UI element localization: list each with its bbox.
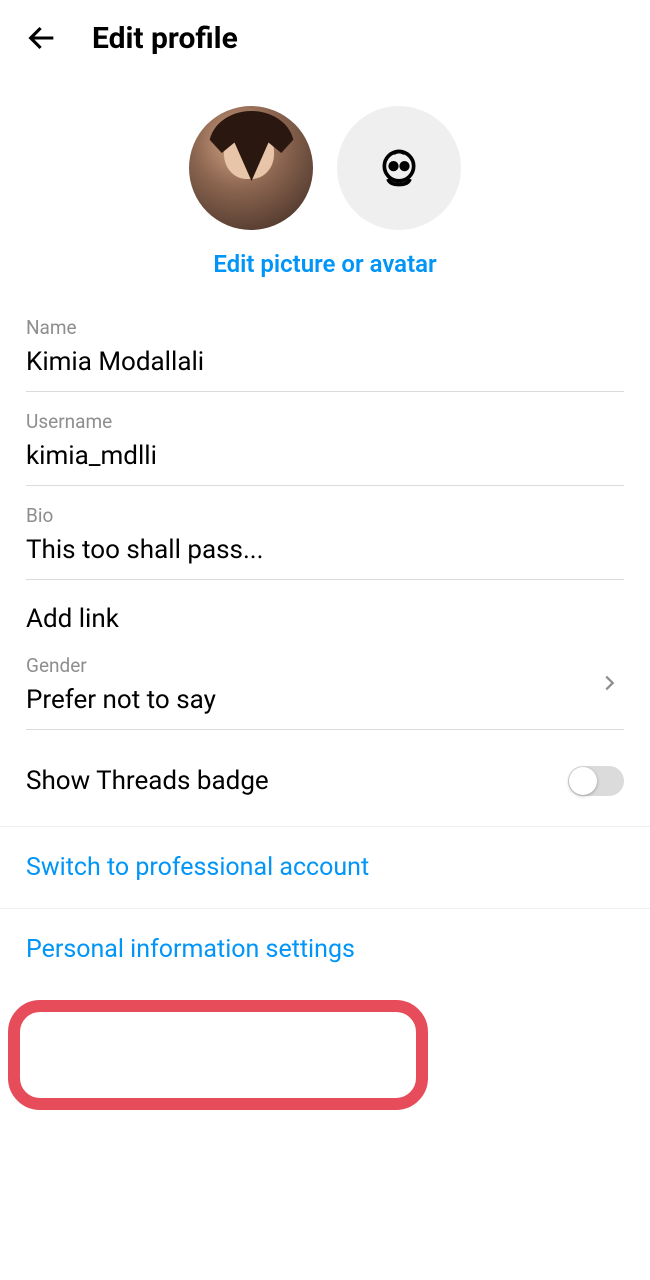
avatar-icon bbox=[377, 146, 421, 190]
bio-label: Bio bbox=[26, 504, 624, 527]
gender-row[interactable]: Gender Prefer not to say bbox=[26, 654, 624, 730]
bio-field-group[interactable]: Bio bbox=[26, 504, 624, 580]
chevron-right-icon bbox=[598, 672, 624, 698]
highlight-annotation bbox=[8, 1000, 428, 1110]
bio-input[interactable] bbox=[26, 535, 624, 565]
back-button[interactable] bbox=[24, 20, 60, 56]
form-section: Name Username Bio Add link Gender Prefer… bbox=[0, 316, 650, 826]
gender-label: Gender bbox=[26, 654, 598, 677]
header: Edit profile bbox=[0, 0, 650, 76]
threads-toggle[interactable] bbox=[568, 766, 624, 796]
arrow-left-icon bbox=[25, 21, 59, 55]
name-field-group[interactable]: Name bbox=[26, 316, 624, 392]
avatar-section bbox=[0, 106, 650, 230]
username-field-group[interactable]: Username bbox=[26, 410, 624, 486]
add-link-row[interactable]: Add link bbox=[26, 598, 624, 654]
profile-picture[interactable] bbox=[189, 106, 313, 230]
gender-value: Prefer not to say bbox=[26, 685, 598, 715]
avatar-button[interactable] bbox=[337, 106, 461, 230]
toggle-knob bbox=[569, 767, 597, 795]
personal-info-link[interactable]: Personal information settings bbox=[0, 909, 650, 990]
threads-label: Show Threads badge bbox=[26, 766, 269, 796]
switch-professional-link[interactable]: Switch to professional account bbox=[0, 827, 650, 908]
edit-picture-link[interactable]: Edit picture or avatar bbox=[0, 250, 650, 278]
page-title: Edit profile bbox=[92, 21, 238, 56]
name-label: Name bbox=[26, 316, 624, 339]
username-label: Username bbox=[26, 410, 624, 433]
name-input[interactable] bbox=[26, 347, 624, 377]
username-input[interactable] bbox=[26, 441, 624, 471]
threads-row: Show Threads badge bbox=[26, 750, 624, 826]
